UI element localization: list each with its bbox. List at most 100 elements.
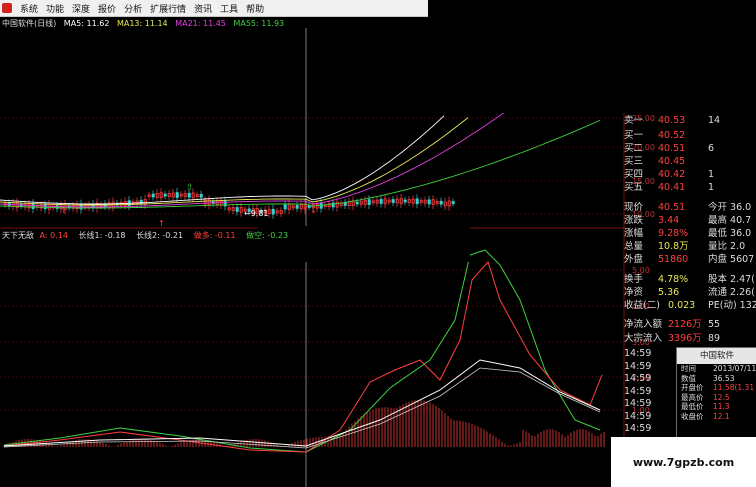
quote-row: 现价 40.51 今开 36.0 [624, 202, 756, 214]
long-line-1 [3, 359, 601, 447]
quote-row: 总量 10.8万 量比 2.0 [624, 241, 756, 253]
kline-legend: 中国软件(日线) MA5: 11.62 MA13: 11.14 MA21: 11… [2, 18, 289, 29]
quote-label: 净流入额 [624, 319, 663, 330]
quote-label: 涨幅 [624, 228, 644, 239]
quote-value: 0.023 [668, 300, 696, 311]
quote-extra: 流通 2.26( [708, 287, 755, 298]
quote-value: 40.41 [658, 182, 686, 193]
tick-time-label: 14:59 [624, 373, 652, 384]
tick-time-label: 14:59 [624, 423, 652, 434]
quote-label: 买五 [624, 182, 644, 193]
candle [151, 193, 155, 198]
candle [43, 204, 47, 210]
quote-label: 买二 [624, 143, 644, 154]
bull-line [3, 261, 603, 453]
quote-extra: 量比 2.0 [708, 241, 746, 252]
tick-time-label: 14:59 [624, 360, 652, 372]
candle [451, 201, 455, 204]
quote-extra: 今开 36.0 [708, 202, 752, 213]
quote-label: 现价 [624, 202, 644, 213]
popup-row: 最低价 11.3 [677, 402, 756, 412]
quote-extra: 1 [708, 182, 715, 193]
quote-label: 收益(二) [624, 300, 660, 311]
candle [415, 198, 419, 205]
low-price-label: ←9.81 [244, 209, 269, 218]
quote-row: 换手 4.78% 股本 2.47( [624, 274, 756, 286]
quote-row: 买三 40.45 [624, 156, 756, 168]
indicator-long1: 长线1: -0.18 [78, 231, 126, 240]
tick-time-label: 14:59 [624, 385, 652, 397]
popup-label: 数值 [681, 373, 696, 383]
quote-row: 净流入额 2126万 55 [624, 319, 756, 331]
quote-extra: 内盘 5607 [708, 254, 755, 265]
ma21-label: MA21: 11.45 [175, 19, 226, 28]
candle [367, 199, 371, 205]
candle [235, 207, 239, 212]
indicator-legend: 天下无敌 A: 0.14 长线1: -0.18 长线2: -0.21 做多: -… [2, 230, 296, 241]
popup-value: 11.58(1.31 [713, 383, 755, 393]
quote-value: 3.44 [658, 215, 680, 226]
popup-label: 最高价 [681, 392, 704, 402]
quote-extra: 6 [708, 143, 715, 154]
popup-value: 2013/07/11/ [713, 364, 756, 373]
quote-value: 40.51 [658, 143, 686, 154]
quote-value: 3396万 [668, 333, 702, 344]
quote-row: 卖一 40.53 14 [624, 115, 756, 127]
quote-label: 大宗流入 [624, 333, 663, 344]
candle [31, 203, 35, 209]
quote-value: 40.51 [658, 202, 686, 213]
quote-value: 40.53 [658, 115, 686, 126]
candle [403, 199, 407, 203]
quote-row: 买二 40.51 6 [624, 143, 756, 155]
quote-value: 10.8万 [658, 241, 689, 252]
indicator-name: 天下无敌 [2, 231, 34, 240]
quote-extra: 89 [708, 333, 721, 344]
popup-row: 最高价 12.5 [677, 393, 756, 403]
quote-label: 卖一 [624, 115, 644, 126]
quote-row: 净资 5.36 流通 2.26( [624, 287, 756, 299]
quote-extra: 最低 36.0 [708, 228, 752, 239]
kline-title: 中国软件(日线) [2, 19, 57, 28]
quote-label: 总量 [624, 241, 644, 252]
popup-row: 收盘价 12.1 [677, 412, 756, 422]
quote-row: 外盘 51860 内盘 5607 [624, 254, 756, 266]
quote-label: 净资 [624, 287, 644, 298]
quote-extra: 1 [708, 169, 715, 180]
quote-value: 51860 [658, 254, 689, 265]
sell-arrow-icon: ⇧ [186, 183, 194, 193]
candle [163, 193, 167, 197]
signal-arrow-icon: ↓ [310, 206, 317, 215]
quote-row: 买一 40.52 [624, 130, 756, 142]
indicator-long2: 长线2: -0.21 [136, 231, 184, 240]
indicator-a: A: 0.14 [39, 231, 68, 240]
ma21-line [0, 112, 505, 208]
quote-value: 4.78% [658, 274, 689, 285]
watermark: www.7gpzb.com [611, 437, 756, 487]
quote-label: 涨跌 [624, 215, 644, 226]
quote-label: 买三 [624, 156, 644, 167]
quote-extra: PE(动) 1323. [708, 300, 756, 311]
quote-value: 9.28% [658, 228, 689, 239]
candle [271, 208, 275, 215]
quote-row: 涨幅 9.28% 最低 36.0 [624, 228, 756, 240]
candle [355, 201, 359, 205]
quote-extra: 55 [708, 319, 721, 330]
quote-value: 40.42 [658, 169, 686, 180]
bear-line [3, 249, 601, 453]
quote-label: 外盘 [624, 254, 644, 265]
indicator-bull: 做多: -0.11 [193, 231, 236, 240]
quote-value: 5.36 [658, 287, 680, 298]
popup-row: 时间 2013/07/11/ [677, 364, 756, 374]
popup-label: 开盘价 [681, 383, 704, 393]
popup-value: 36.53 [713, 373, 735, 383]
tick-time-label: 14:59 [624, 398, 652, 409]
ma55-label: MA55: 11.93 [233, 19, 285, 28]
tick-time-label: 14:59 [624, 348, 652, 359]
popup-value: 12.5 [713, 392, 730, 402]
data-tooltip-popup: 中国软件 时间 2013/07/11/数值 36.53 开盘价 11.58(1.31 最高… [676, 347, 756, 441]
candle [199, 193, 203, 198]
popup-label: 最低价 [681, 402, 704, 412]
ma5-label: MA5: 11.62 [63, 19, 110, 28]
indicator-bear: 做空: -0.23 [246, 231, 289, 240]
quote-value: 40.45 [658, 156, 686, 167]
